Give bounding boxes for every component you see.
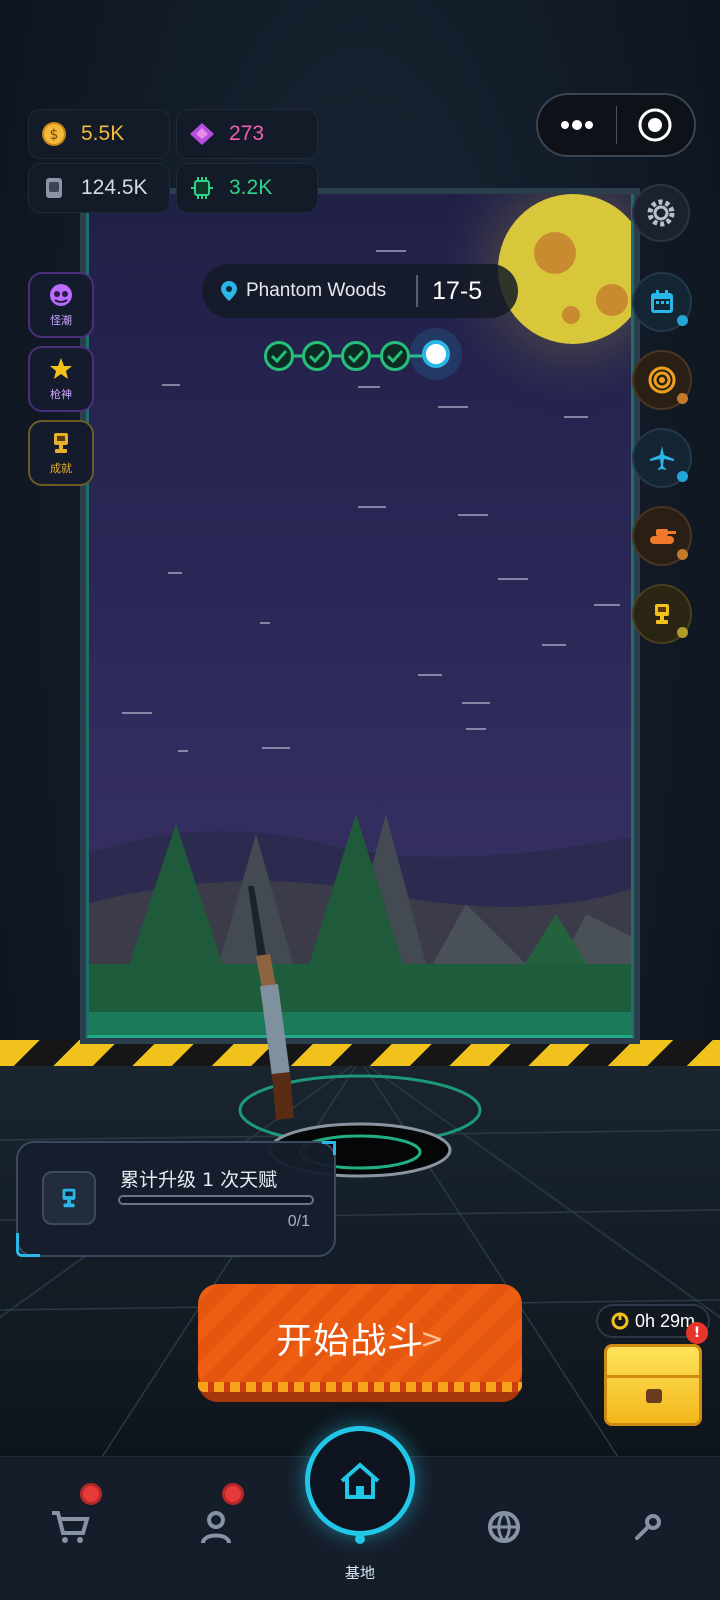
chest-seam [607,1375,699,1378]
left-button-label: 成就 [50,462,72,475]
wave-complete-icon [302,341,332,371]
tank-icon [650,529,676,544]
more-dots-icon [560,120,593,130]
card-counter[interactable]: 124.5K [28,163,170,213]
corner-accent [322,1141,336,1155]
trophy-icon [54,433,68,453]
gem-counter[interactable]: 273 [176,109,318,159]
card-value: 124.5K [81,176,148,199]
wave-complete-icon [264,341,294,371]
trophy-icon [655,604,669,624]
divider [416,275,419,307]
calendar-icon [651,290,673,313]
notification-badge [222,1483,244,1505]
nav-home-label: 基地 [344,1564,375,1582]
left-button-label: 怪潮 [50,314,72,327]
corner-accent [16,1233,40,1257]
start-battle-label: 开始战斗 [276,1321,425,1362]
wave-complete-icon [380,341,410,371]
nav-shop[interactable] [40,1497,100,1557]
location-pin-icon [221,281,237,301]
notification-badge [80,1483,102,1505]
achievement-button[interactable]: 成就 [28,420,94,486]
notification-dot [677,549,688,560]
target-icon [648,366,676,394]
nav-world[interactable] [474,1497,534,1557]
shop-cart-icon [52,1511,90,1543]
start-button-stripe [198,1382,522,1392]
wave-complete-icon [341,341,371,371]
gear-icon [647,199,675,227]
close-mini-program-button[interactable] [616,95,694,155]
chip-icon [189,175,215,201]
chest-alert-badge: ! [686,1322,708,1344]
nav-home[interactable] [305,1426,415,1536]
coin-icon: $ [41,121,67,147]
tank-button[interactable] [632,506,692,566]
stage-info[interactable]: Phantom Woods 17-5 [202,264,518,318]
monster-tide-button[interactable]: 怪潮 [28,272,94,338]
gem-value: 273 [229,122,265,145]
card-icon [41,175,67,201]
svg-text:$: $ [50,127,59,143]
nav-workshop[interactable] [618,1497,678,1557]
chip-value: 3.2K [229,176,273,199]
gem-icon [189,121,215,147]
more-button[interactable] [538,95,616,155]
rifle-icon [248,886,294,1120]
quest-card[interactable]: 累计升级 1 次天赋 0/1 [16,1141,336,1257]
globe-icon [488,1511,520,1543]
wrench-icon [635,1514,661,1540]
notification-dot [677,315,688,326]
home-icon [340,1462,380,1499]
location-name: Phantom Woods [246,280,387,301]
target-circle-icon [638,108,672,142]
game-screen: $ 5.5K 273 124.5K 3.2K 怪潮 枪神 成就 Phantom … [0,0,720,1600]
calendar-button[interactable] [632,272,692,332]
quest-progress-bar [118,1195,314,1205]
reward-chest[interactable] [604,1344,702,1426]
gun-god-button[interactable]: 枪神 [28,346,94,412]
profile-icon [201,1511,231,1544]
scene-frame [86,194,634,1038]
nav-profile[interactable] [186,1497,246,1557]
notification-dot [677,393,688,404]
active-indicator [355,1534,365,1544]
coin-value: 5.5K [81,122,125,145]
coin-counter[interactable]: $ 5.5K [28,109,170,159]
chevron-right-icon: > [420,1321,444,1355]
mini-program-capsule [536,93,696,157]
plane-icon [650,446,674,470]
chip-counter[interactable]: 3.2K [176,163,318,213]
quest-progress-count: 0/1 [287,1213,310,1230]
current-wave-icon [422,340,450,368]
power-icon [611,1312,629,1330]
settings-button[interactable] [632,184,690,242]
plane-button[interactable] [632,428,692,488]
star-icon [50,358,72,379]
monster-icon [50,284,72,306]
stage-level: 17-5 [432,276,483,305]
left-button-label: 枪神 [50,388,72,401]
trophy-button[interactable] [632,584,692,644]
quest-title: 累计升级 1 次天赋 [120,1169,278,1191]
notification-dot [677,627,688,638]
wave-progress [264,328,474,380]
chest-lock-icon [646,1389,662,1403]
target-button[interactable] [632,350,692,410]
notification-dot [677,471,688,482]
quest-trophy-icon [42,1171,96,1225]
start-battle-button[interactable]: 开始战斗 > [198,1284,522,1392]
